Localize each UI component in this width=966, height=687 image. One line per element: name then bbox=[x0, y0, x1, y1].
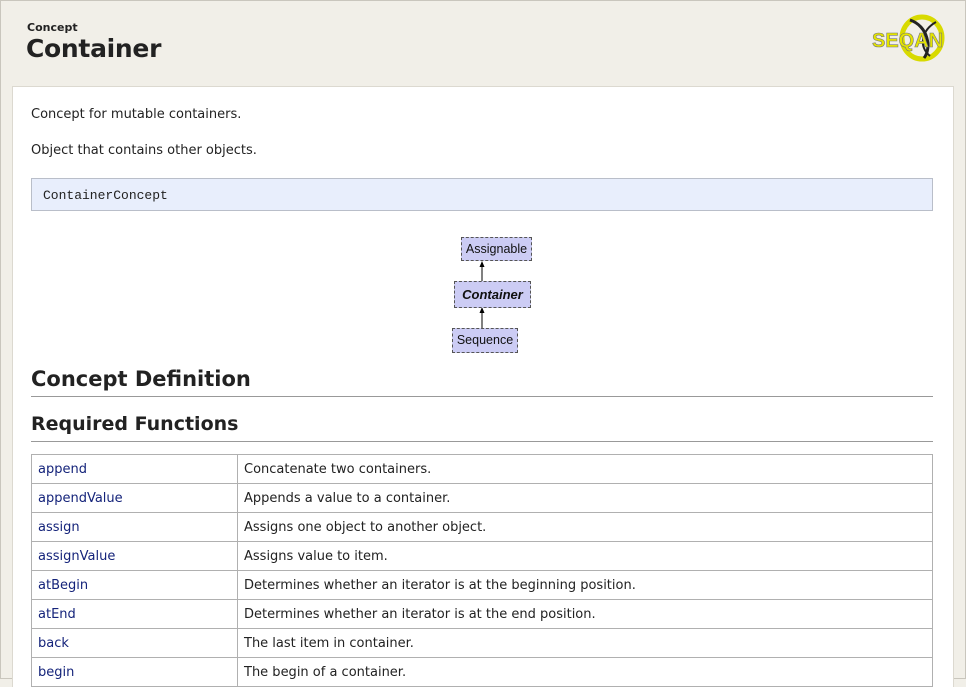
function-description: The last item in container. bbox=[237, 628, 933, 658]
function-link[interactable]: atBegin bbox=[38, 578, 88, 593]
diagram-node-container: Container bbox=[454, 281, 531, 308]
function-link[interactable]: back bbox=[38, 636, 69, 651]
section-heading-concept-definition: Concept Definition bbox=[31, 367, 933, 397]
function-description: Concatenate two containers. bbox=[237, 454, 933, 484]
function-link[interactable]: appendValue bbox=[38, 491, 123, 506]
diagram-node-assignable[interactable]: Assignable bbox=[461, 237, 532, 261]
function-link[interactable]: append bbox=[38, 462, 87, 477]
page-title: Container bbox=[26, 34, 162, 63]
function-description: Assigns one object to another object. bbox=[237, 512, 933, 542]
table-row: atEnd Determines whether an iterator is a… bbox=[31, 599, 933, 629]
concept-hierarchy-arrows bbox=[479, 261, 485, 328]
function-name-cell: appendValue bbox=[31, 483, 238, 513]
table-row: begin The begin of a container. bbox=[31, 657, 933, 687]
function-link[interactable]: atEnd bbox=[38, 607, 76, 622]
table-row: assignValue Assigns value to item. bbox=[31, 541, 933, 571]
function-name-cell: atEnd bbox=[31, 599, 238, 629]
table-row: assign Assigns one object to another obje… bbox=[31, 512, 933, 542]
function-link[interactable]: assignValue bbox=[38, 549, 115, 564]
table-row: atBegin Determines whether an iterator is… bbox=[31, 570, 933, 600]
table-row: append Concatenate two containers. bbox=[31, 454, 933, 484]
function-name-cell: atBegin bbox=[31, 570, 238, 600]
function-description: Determines whether an iterator is at the… bbox=[237, 570, 933, 600]
description-text: Object that contains other objects. bbox=[31, 143, 257, 158]
function-name-cell: begin bbox=[31, 657, 238, 687]
function-name-cell: back bbox=[31, 628, 238, 658]
signature-box: ContainerConcept bbox=[31, 178, 933, 211]
function-description: Determines whether an iterator is at the… bbox=[237, 599, 933, 629]
logo-text: SEQAN bbox=[872, 30, 943, 52]
summary-text: Concept for mutable containers. bbox=[31, 107, 242, 122]
table-row: back The last item in container. bbox=[31, 628, 933, 658]
section-heading-required-functions: Required Functions bbox=[31, 413, 933, 442]
diagram-node-sequence[interactable]: Sequence bbox=[452, 328, 518, 353]
entity-kind-label: Concept bbox=[27, 21, 78, 34]
function-name-cell: assign bbox=[31, 512, 238, 542]
signature-code: ContainerConcept bbox=[43, 188, 168, 203]
main-content: Concept for mutable containers. Object t… bbox=[12, 86, 954, 687]
function-link[interactable]: assign bbox=[38, 520, 80, 535]
function-name-cell: assignValue bbox=[31, 541, 238, 571]
page-header: Concept Container SEQAN bbox=[0, 0, 966, 86]
function-description: Assigns value to item. bbox=[237, 541, 933, 571]
function-name-cell: append bbox=[31, 454, 238, 484]
table-row: appendValue Appends a value to a containe… bbox=[31, 483, 933, 513]
function-link[interactable]: begin bbox=[38, 665, 74, 680]
required-functions-table: append Concatenate two containers. appendV… bbox=[31, 454, 933, 687]
seqan-logo[interactable]: SEQAN bbox=[870, 10, 950, 62]
function-description: Appends a value to a container. bbox=[237, 483, 933, 513]
function-description: The begin of a container. bbox=[237, 657, 933, 687]
